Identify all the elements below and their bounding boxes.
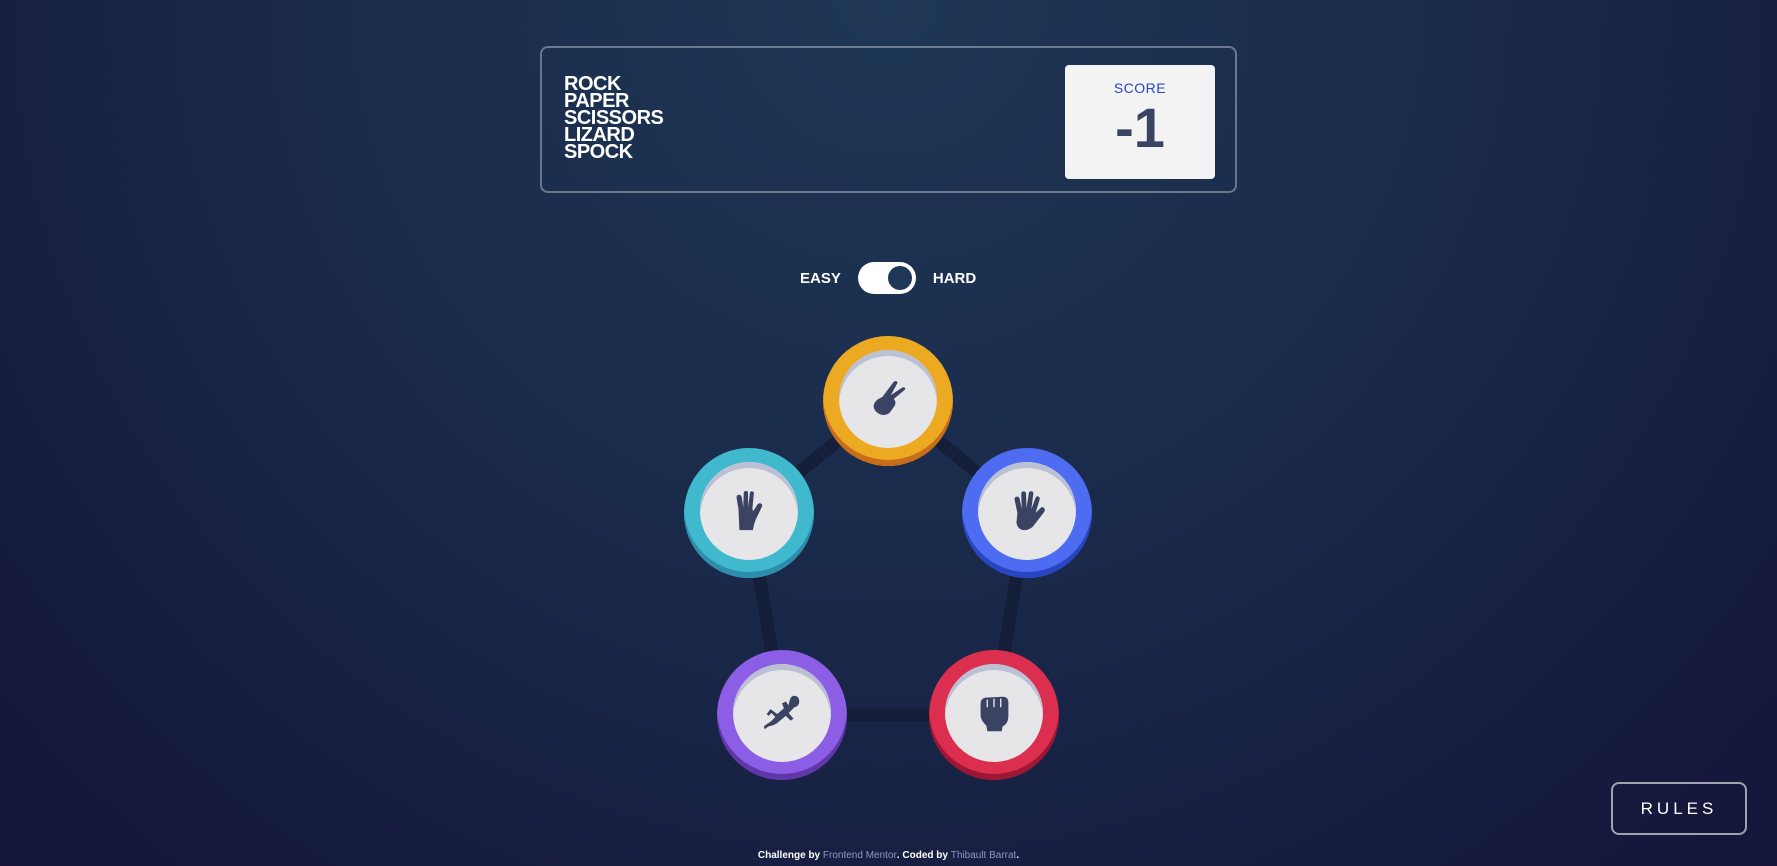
easy-label: EASY bbox=[800, 269, 841, 287]
toggle-knob bbox=[887, 266, 912, 290]
spock-icon bbox=[736, 490, 763, 531]
attribution-prefix: Challenge by bbox=[757, 850, 823, 861]
game-logo: ROCK PAPER SCISSORS LIZARD SPOCK bbox=[564, 74, 664, 163]
lizard-icon bbox=[763, 695, 800, 730]
score-box: SCORE -1 bbox=[1065, 65, 1215, 179]
difficulty-toggle[interactable] bbox=[857, 262, 916, 294]
hard-label: HARD bbox=[932, 269, 977, 287]
choice-rock[interactable] bbox=[929, 650, 1059, 780]
choice-paper[interactable] bbox=[962, 448, 1092, 578]
rock-icon bbox=[980, 696, 1009, 732]
choice-spock[interactable] bbox=[684, 448, 814, 578]
rules-button[interactable]: RULES bbox=[1611, 782, 1747, 835]
attribution: Challenge by Frontend Mentor. Coded by T… bbox=[0, 850, 1777, 861]
choice-lizard[interactable] bbox=[717, 650, 847, 780]
paper-icon bbox=[1014, 491, 1045, 531]
score-value: -1 bbox=[1115, 96, 1165, 159]
game-header: ROCK PAPER SCISSORS LIZARD SPOCK SCORE -… bbox=[540, 46, 1237, 193]
author-link[interactable]: Thibault Barrat bbox=[951, 850, 1017, 861]
score-label: SCORE bbox=[1113, 80, 1167, 96]
difficulty-switch: EASY HARD bbox=[800, 262, 976, 294]
choice-scissors[interactable] bbox=[823, 336, 953, 466]
frontend-mentor-link[interactable]: Frontend Mentor bbox=[823, 850, 897, 861]
attribution-suffix: . bbox=[1016, 850, 1020, 861]
scissors-icon bbox=[873, 380, 906, 415]
logo-line-spock: SPOCK bbox=[564, 141, 633, 163]
attribution-middle: . Coded by bbox=[896, 850, 951, 861]
